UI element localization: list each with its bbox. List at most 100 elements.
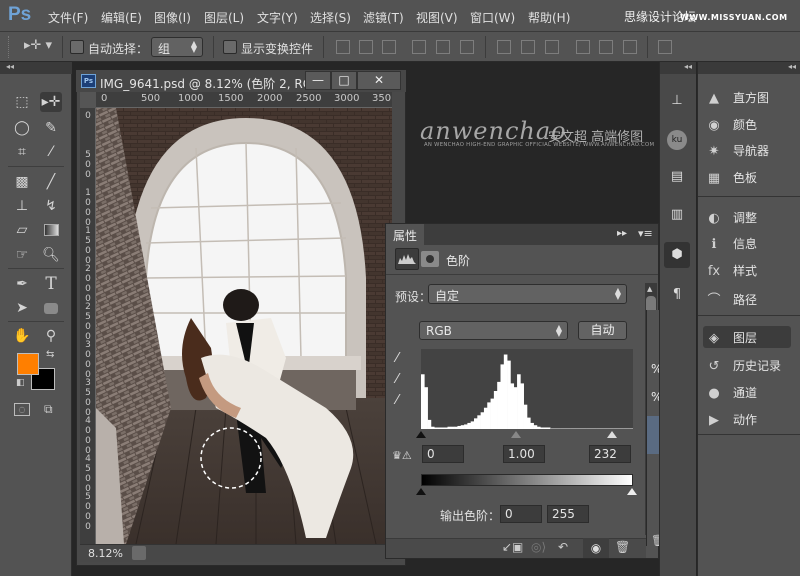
- menu-select[interactable]: 选择(S): [310, 9, 351, 26]
- move-tool-icon[interactable]: ▸✛: [40, 92, 62, 112]
- align-left-icon[interactable]: [412, 40, 426, 54]
- panel-styles[interactable]: fx 样式: [703, 262, 757, 284]
- horizontal-ruler[interactable]: 0 500 1000 1500 2000 2500 3000 350: [96, 92, 392, 108]
- preset-dropdown[interactable]: 自定 ▲ ▼: [428, 284, 627, 304]
- quick-selection-tool-icon[interactable]: ✎: [40, 118, 62, 138]
- collapse-panel-icon[interactable]: ▸▸: [617, 228, 627, 239]
- scroll-up-icon[interactable]: ▲: [647, 285, 652, 293]
- blur-tool-icon[interactable]: ☞: [11, 245, 33, 265]
- vertical-ruler[interactable]: 0 500 1000 1500 2000 2500 3000 3500 4000…: [80, 108, 96, 544]
- input-white-field[interactable]: 232: [589, 445, 631, 463]
- status-info-button[interactable]: [132, 546, 146, 560]
- align-top-icon[interactable]: [336, 40, 350, 54]
- menu-layer[interactable]: 图层(L): [204, 9, 244, 26]
- output-black-field[interactable]: 0: [500, 505, 542, 523]
- zoom-level-field[interactable]: 8.12%: [88, 547, 123, 560]
- toggle-visibility-icon[interactable]: ◉: [583, 538, 609, 558]
- panel-actions[interactable]: ▶ 动作: [703, 411, 757, 433]
- dodge-tool-icon[interactable]: 🔍︎: [40, 245, 62, 265]
- swap-colors-icon[interactable]: ⇆: [46, 349, 54, 360]
- input-black-slider[interactable]: [416, 431, 426, 438]
- input-gamma-field[interactable]: 1.00: [503, 445, 545, 463]
- pen-tool-icon[interactable]: ✒: [11, 274, 33, 294]
- menu-help[interactable]: 帮助(H): [528, 9, 570, 26]
- gradient-tool-icon[interactable]: [40, 220, 62, 240]
- panel-layers[interactable]: ◈ 图层: [703, 326, 791, 348]
- distribute-vcenter-icon[interactable]: [521, 40, 535, 54]
- dock-collapse-button[interactable]: ◂◂: [660, 62, 696, 74]
- align-vcenter-icon[interactable]: [359, 40, 373, 54]
- panel-channels[interactable]: ● 通道: [703, 384, 757, 406]
- reset-adjustment-icon[interactable]: ↶: [558, 540, 568, 554]
- auto-select-target-dropdown[interactable]: 组 ▲ ▼: [151, 37, 203, 57]
- maximize-button[interactable]: □: [331, 71, 357, 90]
- gray-point-eyedropper-icon[interactable]: ⁄: [396, 372, 412, 388]
- eyedropper-tool-icon[interactable]: ⁄: [40, 142, 62, 162]
- brush-tool-icon[interactable]: ╱: [40, 172, 62, 192]
- output-white-field[interactable]: 255: [547, 505, 589, 523]
- dock-collapse-button[interactable]: ◂◂: [698, 62, 800, 74]
- crop-tool-icon[interactable]: ⌗: [11, 142, 33, 162]
- menu-view[interactable]: 视图(V): [416, 9, 458, 26]
- type-tool-icon[interactable]: T: [40, 274, 62, 294]
- foreground-color-swatch[interactable]: [17, 353, 39, 375]
- 3d-panel-icon[interactable]: ⬢: [664, 242, 690, 268]
- output-white-slider[interactable]: [627, 488, 637, 495]
- black-point-eyedropper-icon[interactable]: ⁄: [396, 351, 412, 367]
- menu-filter[interactable]: 滤镜(T): [363, 9, 404, 26]
- panel-swatches[interactable]: ▦ 色板: [703, 169, 757, 191]
- menu-file[interactable]: 文件(F): [48, 9, 88, 26]
- clone-stamp-tool-icon[interactable]: ⊥: [11, 196, 33, 216]
- screen-mode-icon[interactable]: ⧉: [44, 402, 62, 416]
- input-white-slider[interactable]: [607, 431, 617, 438]
- menu-type[interactable]: 文字(Y): [257, 9, 298, 26]
- eraser-tool-icon[interactable]: ▱: [11, 220, 33, 240]
- brush-preset-icon[interactable]: ▥: [664, 202, 690, 228]
- panel-histogram[interactable]: ▲ 直方图: [703, 89, 769, 111]
- align-right-icon[interactable]: [460, 40, 474, 54]
- white-point-eyedropper-icon[interactable]: ⁄: [396, 393, 412, 409]
- image-canvas[interactable]: [96, 108, 392, 544]
- panel-navigator[interactable]: ✷ 导航器: [703, 142, 769, 164]
- distribute-top-icon[interactable]: [497, 40, 511, 54]
- quick-mask-icon[interactable]: ◌: [14, 403, 30, 416]
- auto-button[interactable]: 自动: [578, 321, 627, 340]
- tab-properties[interactable]: 属性: [386, 224, 424, 245]
- output-black-slider[interactable]: [416, 488, 426, 495]
- delete-adjustment-icon[interactable]: 🗑︎: [615, 540, 630, 554]
- clip-to-layer-icon[interactable]: ↙▣: [502, 540, 523, 554]
- auto-select-checkbox[interactable]: [70, 40, 84, 54]
- menu-window[interactable]: 窗口(W): [470, 9, 515, 26]
- panel-color[interactable]: ◉ 颜色: [703, 116, 757, 138]
- clone-source-icon[interactable]: ⊥: [664, 88, 690, 114]
- channel-dropdown[interactable]: RGB ▲ ▼: [419, 321, 568, 340]
- panel-paths[interactable]: ⌒ 路径: [703, 289, 757, 311]
- levels-adjustment-icon[interactable]: [395, 248, 419, 270]
- distribute-hcenter-icon[interactable]: [599, 40, 613, 54]
- clipping-warning-icon[interactable]: ♛⚠: [392, 449, 412, 462]
- path-selection-tool-icon[interactable]: ➤: [11, 298, 33, 318]
- tools-collapse-button[interactable]: ◂◂: [0, 62, 72, 74]
- menu-image[interactable]: 图像(I): [154, 9, 191, 26]
- close-button[interactable]: ✕: [357, 71, 401, 90]
- options-grip[interactable]: [8, 36, 11, 58]
- panel-adjustments[interactable]: ◐ 调整: [703, 209, 757, 231]
- notes-panel-icon[interactable]: ▤: [664, 164, 690, 190]
- ruler-origin[interactable]: [80, 92, 96, 108]
- panel-menu-icon[interactable]: ▾≡: [638, 227, 653, 240]
- hand-tool-icon[interactable]: ✋: [11, 326, 33, 346]
- panel-info[interactable]: ℹ 信息: [703, 235, 758, 257]
- view-previous-state-icon[interactable]: ◎⟩: [531, 540, 546, 554]
- kuler-icon[interactable]: ku: [664, 126, 690, 152]
- distribute-bottom-icon[interactable]: [545, 40, 559, 54]
- distribute-left-icon[interactable]: [576, 40, 590, 54]
- marquee-tool-icon[interactable]: ⬚: [11, 92, 33, 112]
- history-brush-tool-icon[interactable]: ↯: [40, 196, 62, 216]
- shape-tool-icon[interactable]: [40, 298, 62, 318]
- minimize-button[interactable]: —: [305, 71, 331, 90]
- lasso-tool-icon[interactable]: ◯: [11, 118, 33, 138]
- input-black-field[interactable]: 0: [422, 445, 464, 463]
- menu-edit[interactable]: 编辑(E): [101, 9, 142, 26]
- move-tool-preset-icon[interactable]: ▸✛ ▾: [24, 38, 52, 53]
- align-bottom-icon[interactable]: [382, 40, 396, 54]
